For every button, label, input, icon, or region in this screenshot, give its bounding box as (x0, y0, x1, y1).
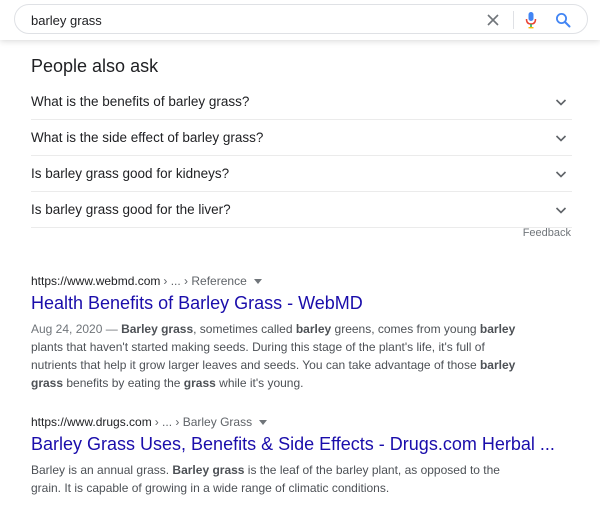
paa-question-text: Is barley grass good for kidneys? (31, 166, 230, 181)
search-submit-button[interactable] (553, 10, 573, 30)
snippet-highlight: grass (183, 376, 216, 390)
result-cite: https://www.drugs.com › ... › Barley Gra… (31, 415, 531, 429)
result-breadcrumb: › ... › Reference (163, 274, 247, 288)
snippet-highlight: barley (295, 322, 332, 336)
chevron-down-icon (555, 134, 567, 142)
result-snippet: Aug 24, 2020 — Barley grass, sometimes c… (31, 320, 531, 392)
snippet-text: greens, comes from young (331, 322, 480, 336)
people-also-ask-list: What is the benefits of barley grass? Wh… (31, 84, 572, 228)
search-result: https://www.webmd.com › ... › Reference … (31, 274, 531, 392)
paa-question-text: What is the side effect of barley grass? (31, 130, 264, 145)
voice-search-button[interactable] (521, 10, 541, 30)
search-divider (513, 11, 514, 29)
paa-question[interactable]: What is the side effect of barley grass? (31, 120, 572, 156)
microphone-icon (525, 12, 537, 29)
search-icon (556, 13, 571, 28)
search-header (0, 0, 600, 40)
result-url: https://www.drugs.com (31, 415, 152, 429)
close-icon (487, 14, 499, 26)
paa-question[interactable]: Is barley grass good for kidneys? (31, 156, 572, 192)
search-box[interactable] (14, 4, 588, 34)
paa-question-text: What is the benefits of barley grass? (31, 94, 250, 109)
people-also-ask-title: People also ask (31, 56, 159, 76)
result-title-link[interactable]: Barley Grass Uses, Benefits & Side Effec… (31, 434, 555, 455)
paa-question[interactable]: What is the benefits of barley grass? (31, 84, 572, 120)
result-cite: https://www.webmd.com › ... › Reference (31, 274, 531, 288)
result-date: Aug 24, 2020 — (31, 322, 118, 336)
result-title-link[interactable]: Health Benefits of Barley Grass - WebMD (31, 293, 531, 314)
search-input[interactable] (31, 11, 451, 29)
snippet-text: benefits by eating the (63, 376, 184, 390)
result-url: https://www.webmd.com (31, 274, 161, 288)
snippet-highlight: Barley grass (121, 322, 194, 336)
search-result: https://www.drugs.com › ... › Barley Gra… (31, 415, 555, 497)
snippet-text: , sometimes called (193, 322, 296, 336)
chevron-down-icon (555, 170, 567, 178)
snippet-text: Barley is an annual grass. (31, 463, 173, 477)
result-options-caret-icon[interactable] (253, 278, 262, 284)
paa-question[interactable]: Is barley grass good for the liver? (31, 192, 572, 228)
clear-search-button[interactable] (483, 10, 503, 30)
result-options-caret-icon[interactable] (259, 419, 268, 425)
chevron-down-icon (555, 98, 567, 106)
snippet-highlight: Barley grass (172, 463, 245, 477)
snippet-text: plants that haven't started making seeds… (31, 340, 485, 372)
feedback-link[interactable]: Feedback (523, 227, 571, 239)
snippet-highlight: barley (479, 322, 516, 336)
result-snippet: Barley is an annual grass. Barley grass … (31, 461, 531, 497)
result-breadcrumb: › ... › Barley Grass (154, 415, 253, 429)
paa-question-text: Is barley grass good for the liver? (31, 202, 231, 217)
snippet-text: while it's young. (215, 376, 304, 390)
chevron-down-icon (555, 206, 567, 214)
